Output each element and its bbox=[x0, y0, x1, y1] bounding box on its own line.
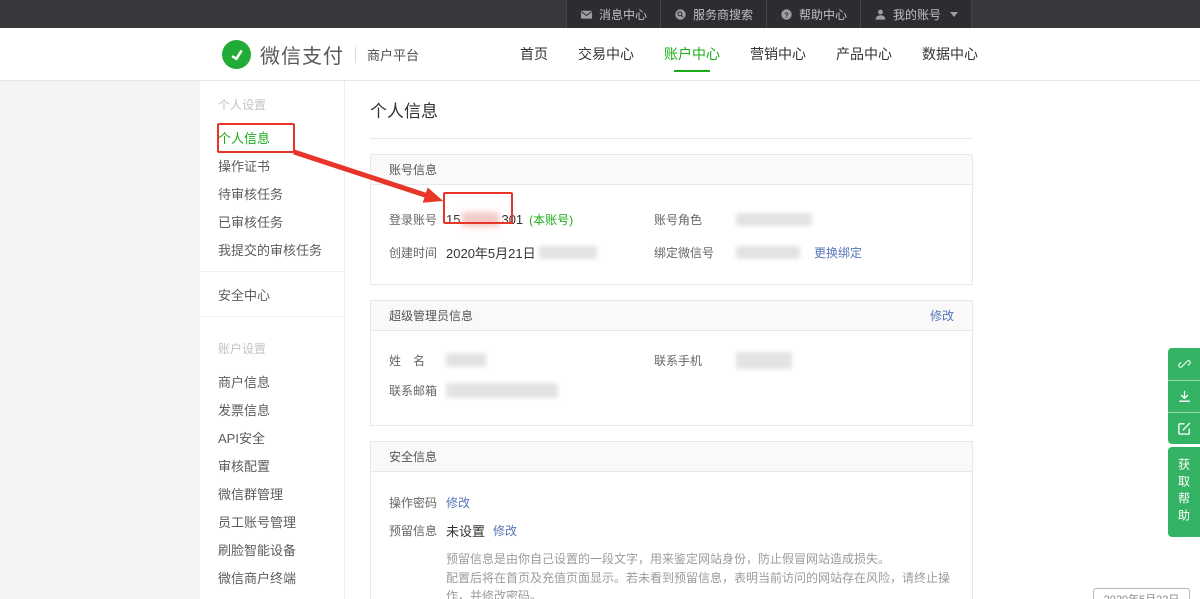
account-role-label: 账号角色 bbox=[654, 211, 736, 228]
created-time-redacted bbox=[539, 246, 597, 259]
sidebar-divider bbox=[200, 271, 344, 272]
bound-wechat-redacted bbox=[736, 246, 800, 259]
current-account-note: (本账号) bbox=[529, 211, 573, 228]
date-tooltip: 2020年5月22日 bbox=[1093, 588, 1190, 599]
reserved-info-notes: 预留信息是由你自己设置的一段文字，用来鉴定网站身份，防止假冒网站造成损失。 配置… bbox=[446, 550, 954, 599]
sidebar-item-face-smart-device[interactable]: 刷脸智能设备 bbox=[200, 535, 344, 563]
nav-item-transaction-center[interactable]: 交易中心 bbox=[578, 28, 634, 81]
login-account-redacted bbox=[462, 212, 499, 227]
account-role-redacted bbox=[736, 213, 812, 226]
login-account-value: 15 301 bbox=[446, 212, 523, 227]
sidebar-item-wechat-group-management[interactable]: 微信群管理 bbox=[200, 479, 344, 507]
top-utility-menu: 消息中心 服务商搜索 ? 帮助中心 我的账号 bbox=[566, 0, 972, 28]
contact-phone-label: 联系手机 bbox=[654, 352, 736, 369]
feedback-button[interactable] bbox=[1168, 412, 1200, 444]
sidebar-divider bbox=[200, 316, 344, 317]
super-admin-panel: 超级管理员信息 修改 姓 名 联系手机 联系邮箱 bbox=[370, 300, 973, 426]
operation-password-edit-link[interactable]: 修改 bbox=[446, 494, 470, 511]
panel-title: 安全信息 bbox=[389, 448, 437, 465]
brand-name: 微信支付 bbox=[260, 40, 344, 69]
sidebar-item-operation-certificate[interactable]: 操作证书 bbox=[200, 151, 344, 179]
user-icon bbox=[874, 8, 887, 21]
sidebar: 个人设置 个人信息 操作证书 待审核任务 已审核任务 我提交的审核任务 安全中心… bbox=[200, 81, 345, 599]
sidebar-section-account-settings: 账户设置 bbox=[200, 325, 344, 367]
sidebar-item-security-center[interactable]: 安全中心 bbox=[200, 280, 344, 308]
brand-divider bbox=[355, 47, 356, 63]
get-help-button[interactable]: 获取帮助 bbox=[1168, 447, 1200, 537]
title-divider bbox=[370, 138, 973, 139]
sidebar-section-personal-settings: 个人设置 bbox=[200, 81, 344, 123]
primary-nav: 首页 交易中心 账户中心 营销中心 产品中心 数据中心 bbox=[520, 28, 978, 81]
topbar-item-help-center[interactable]: ? 帮助中心 bbox=[767, 0, 861, 28]
sidebar-item-merchant-info[interactable]: 商户信息 bbox=[200, 367, 344, 395]
login-account-label: 登录账号 bbox=[389, 211, 446, 228]
panel-title: 账号信息 bbox=[389, 161, 437, 178]
nav-item-home[interactable]: 首页 bbox=[520, 28, 548, 81]
topbar-item-my-account[interactable]: 我的账号 bbox=[861, 0, 972, 28]
operation-password-label: 操作密码 bbox=[389, 494, 446, 511]
portal-name: 商户平台 bbox=[367, 45, 419, 64]
note-line: 配置后将在首页及充值页面显示。若未看到预留信息，表明当前访问的网站存在风险，请终… bbox=[446, 569, 954, 599]
topbar-item-label: 消息中心 bbox=[599, 6, 647, 23]
download-icon bbox=[1177, 389, 1192, 404]
created-time-label: 创建时间 bbox=[389, 244, 446, 261]
sidebar-item-staff-account-management[interactable]: 员工账号管理 bbox=[200, 507, 344, 535]
sidebar-item-reviewed-tasks[interactable]: 已审核任务 bbox=[200, 207, 344, 235]
topbar-item-provider-search[interactable]: 服务商搜索 bbox=[661, 0, 767, 28]
admin-edit-link[interactable]: 修改 bbox=[930, 307, 954, 324]
page-title: 个人信息 bbox=[370, 97, 973, 122]
note-line: 预留信息是由你自己设置的一段文字，用来鉴定网站身份，防止假冒网站造成损失。 bbox=[446, 550, 954, 569]
name-label: 姓 名 bbox=[389, 352, 446, 369]
help-icon: ? bbox=[780, 8, 793, 21]
nav-item-product-center[interactable]: 产品中心 bbox=[836, 28, 892, 81]
sidebar-item-invoice-info[interactable]: 发票信息 bbox=[200, 395, 344, 423]
security-info-panel: 安全信息 操作密码 修改 预留信息 未设置 修改 预留信息是由你自己设置的一段文… bbox=[370, 441, 973, 599]
caret-down-icon bbox=[950, 12, 958, 17]
panel-title: 超级管理员信息 bbox=[389, 307, 473, 324]
nav-item-data-center[interactable]: 数据中心 bbox=[922, 28, 978, 81]
nav-item-marketing-center[interactable]: 营销中心 bbox=[750, 28, 806, 81]
account-info-panel-header: 账号信息 bbox=[371, 155, 972, 185]
topbar-item-label: 我的账号 bbox=[893, 6, 941, 23]
bound-wechat-label: 绑定微信号 bbox=[654, 244, 736, 261]
created-time-value: 2020年5月21日 bbox=[446, 243, 597, 262]
floating-help-widget: 获取帮助 bbox=[1168, 348, 1200, 537]
top-utility-bar: 消息中心 服务商搜索 ? 帮助中心 我的账号 bbox=[0, 0, 1200, 28]
brand-block[interactable]: 微信支付 商户平台 bbox=[222, 28, 419, 81]
share-link-button[interactable] bbox=[1168, 348, 1200, 380]
topbar-item-message-center[interactable]: 消息中心 bbox=[566, 0, 661, 28]
sidebar-item-wechat-merchant-terminal[interactable]: 微信商户终端 bbox=[200, 563, 344, 591]
search-icon bbox=[674, 8, 687, 21]
contact-email-label: 联系邮箱 bbox=[389, 382, 446, 399]
reserved-info-edit-link[interactable]: 修改 bbox=[493, 522, 517, 539]
download-button[interactable] bbox=[1168, 380, 1200, 412]
reserved-info-label: 预留信息 bbox=[389, 522, 446, 539]
sidebar-item-personal-info[interactable]: 个人信息 bbox=[200, 123, 344, 151]
account-info-panel: 账号信息 登录账号 15 301 (本账号) 账号角色 bbox=[370, 154, 973, 285]
topbar-item-label: 帮助中心 bbox=[799, 6, 847, 23]
nav-item-account-center[interactable]: 账户中心 bbox=[664, 28, 720, 81]
sidebar-item-review-config[interactable]: 审核配置 bbox=[200, 451, 344, 479]
edit-icon bbox=[1177, 421, 1192, 436]
svg-text:?: ? bbox=[784, 10, 789, 19]
rebind-link[interactable]: 更换绑定 bbox=[814, 244, 862, 261]
mail-icon bbox=[580, 8, 593, 21]
site-header: 微信支付 商户平台 首页 交易中心 账户中心 营销中心 产品中心 数据中心 bbox=[0, 28, 1200, 81]
name-redacted bbox=[446, 353, 486, 367]
get-help-label: 获取帮助 bbox=[1176, 458, 1193, 526]
link-icon bbox=[1177, 357, 1192, 372]
contact-email-redacted bbox=[446, 383, 558, 398]
sidebar-item-pending-review-tasks[interactable]: 待审核任务 bbox=[200, 179, 344, 207]
left-gutter bbox=[0, 81, 200, 599]
merchant-platform-screen: 消息中心 服务商搜索 ? 帮助中心 我的账号 微信支付 商户 bbox=[0, 0, 1200, 599]
sidebar-item-my-submitted-review-tasks[interactable]: 我提交的审核任务 bbox=[200, 235, 344, 263]
main-content: 个人信息 账号信息 登录账号 15 301 (本账号) bbox=[370, 81, 973, 599]
sidebar-item-api-security[interactable]: API安全 bbox=[200, 423, 344, 451]
security-info-panel-header: 安全信息 bbox=[371, 442, 972, 472]
super-admin-panel-header: 超级管理员信息 修改 bbox=[371, 301, 972, 331]
contact-phone-redacted bbox=[736, 352, 792, 369]
wechat-pay-logo bbox=[222, 40, 251, 69]
topbar-item-label: 服务商搜索 bbox=[693, 6, 753, 23]
reserved-info-value: 未设置 bbox=[446, 521, 485, 540]
